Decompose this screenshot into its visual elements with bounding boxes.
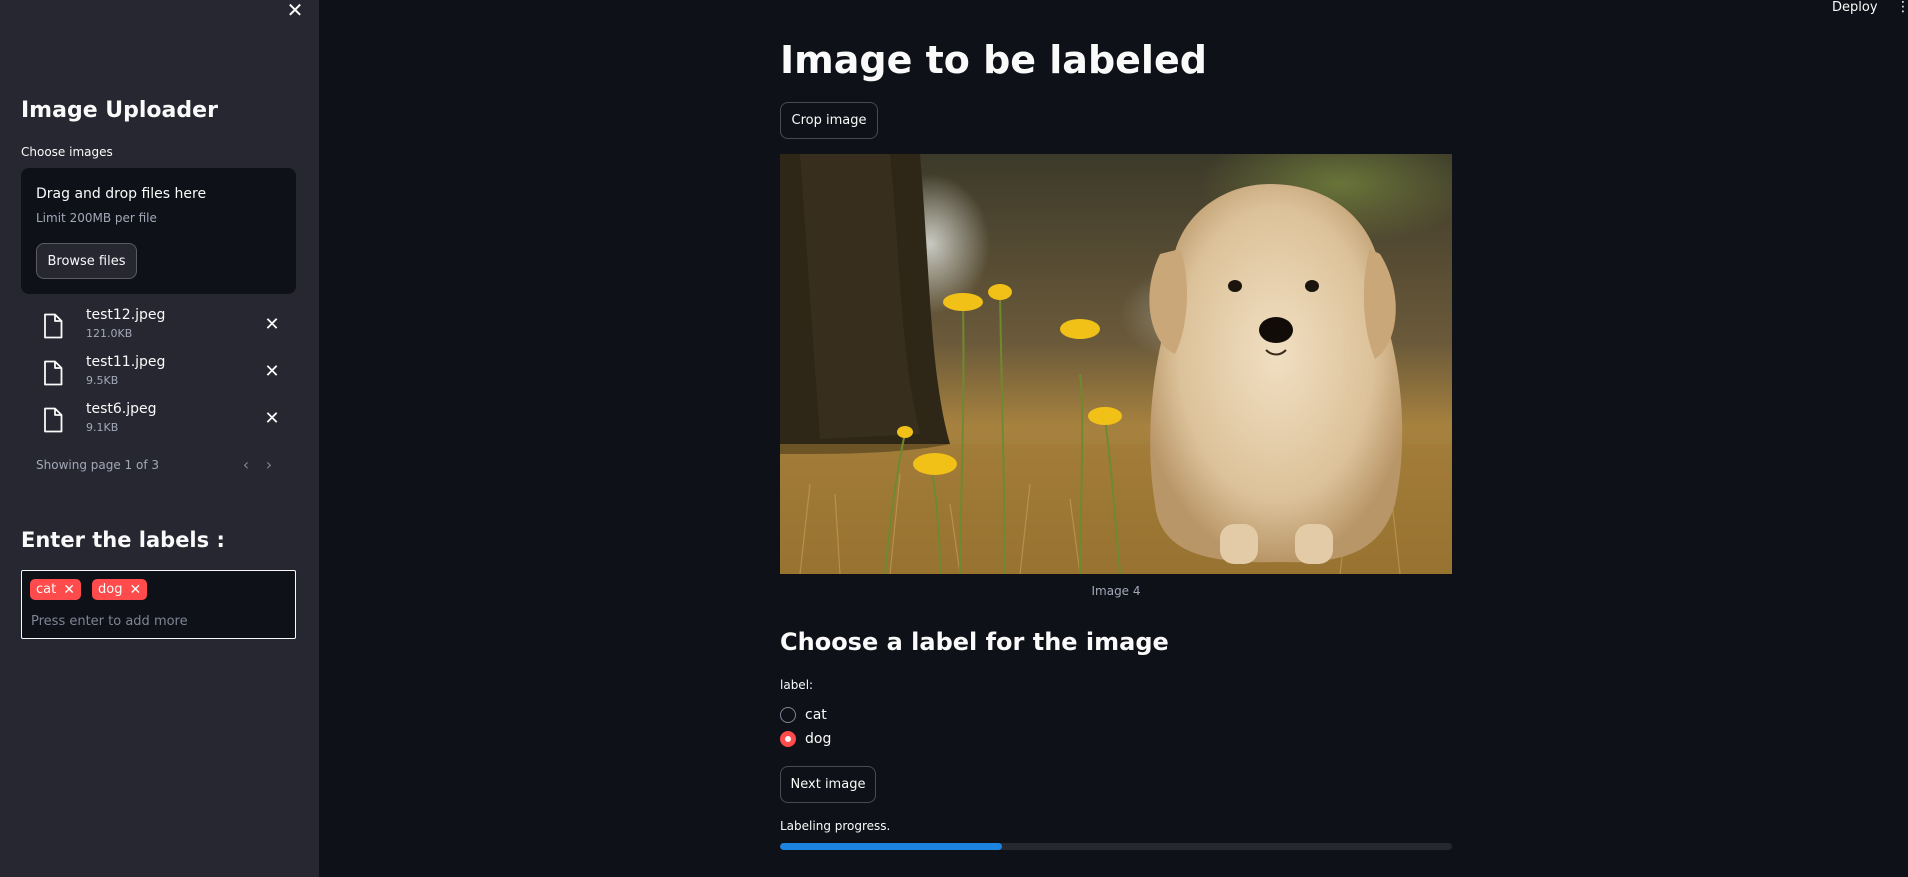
dropzone-title: Drag and drop files here [36,186,207,202]
progress-fill [780,843,1002,850]
file-name: test6.jpeg [86,401,157,417]
page-title: Image to be labeled [780,38,1207,82]
uploaded-file-row: test6.jpeg 9.1KB ✕ [21,401,296,445]
crop-image-button[interactable]: Crop image [780,102,878,139]
chevron-right-icon[interactable]: › [261,456,277,474]
radio-option-label: cat [805,707,827,723]
radio-button-selected[interactable] [780,731,796,747]
file-size: 9.1KB [86,421,119,434]
radio-option-cat[interactable]: cat [780,705,827,725]
file-size: 121.0KB [86,327,133,340]
radio-option-dog[interactable]: dog [780,729,831,749]
file-icon [44,407,63,433]
remove-file-icon[interactable]: ✕ [260,407,284,431]
radio-option-label: dog [805,731,832,747]
progress-label: Labeling progress. [780,819,891,833]
more-vertical-icon[interactable]: ⋮ [1896,0,1908,14]
file-size: 9.5KB [86,374,119,387]
radio-group-label: label: [780,678,814,692]
remove-file-icon[interactable]: ✕ [260,313,284,337]
tag-cat[interactable]: cat ✕ [30,579,81,600]
next-image-button[interactable]: Next image [780,766,876,803]
tag-label: cat [36,582,57,597]
remove-tag-icon[interactable]: ✕ [129,582,141,598]
labeling-progress-bar [780,843,1452,850]
close-sidebar-icon[interactable]: ✕ [286,0,304,20]
file-name: test12.jpeg [86,307,166,323]
uploaded-file-row: test11.jpeg 9.5KB ✕ [21,354,296,398]
uploaded-file-row: test12.jpeg 121.0KB ✕ [21,307,296,351]
file-name: test11.jpeg [86,354,166,370]
section-title: Choose a label for the image [780,628,1169,656]
uploader-label: Choose images [21,145,113,159]
remove-tag-icon[interactable]: ✕ [63,582,75,598]
radio-button[interactable] [780,707,796,723]
tag-input[interactable] [31,611,281,631]
file-icon [44,313,63,339]
tag-dog[interactable]: dog ✕ [92,579,148,600]
dropzone-limit: Limit 200MB per file [36,211,157,225]
tags-input-box[interactable]: cat ✕ dog ✕ [21,570,296,639]
file-icon [44,360,63,386]
labels-heading: Enter the labels : [21,528,225,552]
remove-file-icon[interactable]: ✕ [260,360,284,384]
file-dropzone[interactable]: Drag and drop files here Limit 200MB per… [21,168,296,294]
browse-files-button[interactable]: Browse files [36,243,137,279]
sidebar-title: Image Uploader [21,98,218,123]
pagination-text: Showing page 1 of 3 [36,458,159,472]
sidebar: ✕ Image Uploader Choose images Drag and … [0,0,319,877]
deploy-button[interactable]: Deploy [1832,0,1878,15]
image-caption: Image 4 [1091,584,1141,598]
tag-label: dog [98,582,123,597]
dog-image [780,154,1452,574]
chevron-left-icon[interactable]: ‹ [238,456,254,474]
